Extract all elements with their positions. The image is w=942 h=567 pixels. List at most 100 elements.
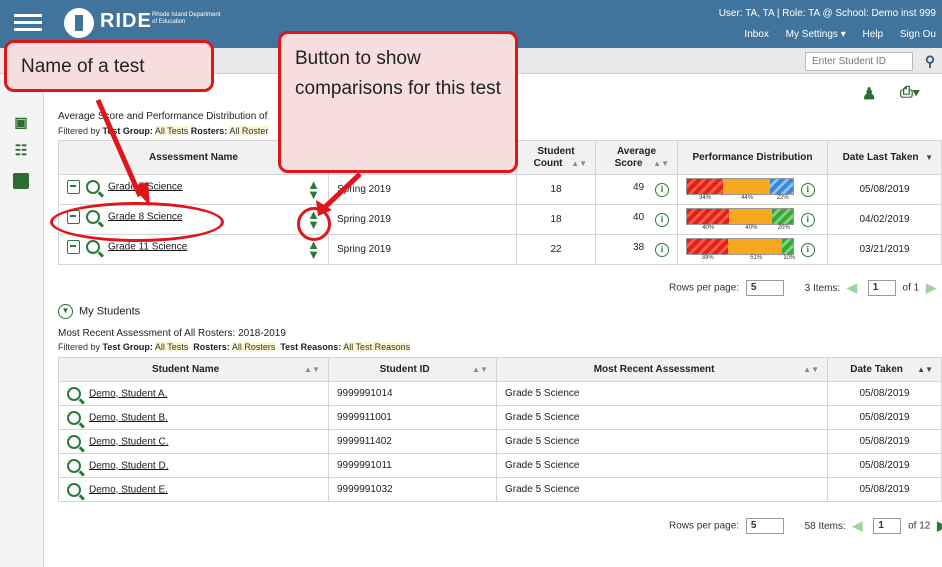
col-most-recent-assessment[interactable]: Most Recent Assessment ▲▼ [496,357,828,382]
col-student-count[interactable]: Student Count ▲▼ [516,140,596,175]
collapse-chevron-icon[interactable]: ▼ [58,304,73,319]
item-count: 3 Items: [804,282,841,294]
filter-reasons-label: Test Reasons: [280,342,342,352]
most-recent-assessment-cell: Grade 5 Science [496,477,828,502]
dist-segment [729,208,772,224]
student-row: Demo, Student D. 9999991011 Grade 5 Scie… [58,453,942,478]
info-icon[interactable]: i [800,242,815,257]
students-icon[interactable]: ♟ [862,84,876,106]
hierarchy-icon[interactable]: ☷ [13,142,29,158]
magnifier-icon[interactable] [67,482,81,497]
next-page-icon[interactable]: ▶ [926,280,936,295]
user-info: User: TA, TA | Role: TA @ School: Demo i… [718,8,936,19]
prev-page-icon[interactable]: ◀ [847,280,857,295]
info-icon[interactable]: i [655,243,669,257]
most-recent-assessment-cell: Grade 5 Science [496,405,828,430]
info-icon[interactable]: i [800,182,815,197]
report-icon[interactable] [67,179,80,194]
magnifier-icon[interactable] [86,179,100,194]
compare-icon[interactable]: ▲ ▼ [307,238,320,261]
dist-label: 34% [698,194,711,201]
dist-segment [687,178,724,194]
bus-icon[interactable]: ▣ [13,114,29,130]
average-score-value: 38 [632,242,645,253]
dist-segment [769,178,793,194]
magnifier-icon[interactable] [67,386,81,401]
header-links: Inbox My Settings ▾ Help Sign Ou [730,29,936,40]
magnifier-icon[interactable] [67,458,81,473]
rows-per-page-select[interactable]: 5 [745,280,784,296]
print-icon[interactable]: ⎙▾ [900,84,920,106]
filter-prefix: Filtered by [58,126,101,136]
student-count-cell: 18 [516,174,596,205]
student-name-link[interactable]: Demo, Student E. [89,484,168,495]
performance-bar: 40% 40% 20% [686,207,794,232]
dist-segment [782,238,793,254]
info-icon[interactable]: i [655,213,669,227]
assessments-title: Average Score and Performance Distributi… [58,111,268,122]
dist-segment [687,208,730,224]
col-date-taken[interactable]: Date Taken ▲▼ [827,357,942,382]
report-icon[interactable] [67,239,80,254]
col-date-last-taken[interactable]: Date Last Taken ▼ [827,140,942,175]
dist-label: 44% [741,194,754,201]
menu-icon[interactable] [14,14,42,36]
average-score-cell: 49 i [595,174,678,205]
filter-group-label: Test Group: [102,342,153,352]
students-subtitle: Most Recent Assessment of All Rosters: 2… [58,328,286,339]
student-row: Demo, Student A. 9999991014 Grade 5 Scie… [58,381,942,406]
assessment-name-link[interactable]: Grade 11 Science [108,241,187,252]
performance-distribution-cell: 39% 51% 10% i [677,234,828,265]
period-cell: Spring 2019 [328,234,517,265]
student-id-input[interactable] [805,52,913,71]
performance-distribution-cell: 40% 40% 20% i [677,204,828,235]
performance-bar: 39% 51% 10% [686,237,795,262]
assessment-name-link[interactable]: Grade 5 Science [108,181,183,192]
rows-per-page-select[interactable]: 5 [745,518,784,534]
dist-segment [771,208,793,224]
item-count: 58 Items: [804,520,846,532]
student-row: Demo, Student B. 9999911001 Grade 5 Scie… [58,405,942,430]
average-score-value: 40 [632,212,645,223]
page-number-input[interactable]: 1 [867,280,896,296]
magnifier-icon[interactable] [86,239,100,254]
info-icon[interactable]: i [655,183,669,197]
assessment-row: Grade 11 Science ▲ ▼ Spring 2019 22 38 i 39… [58,234,942,265]
dist-label: 39% [701,254,714,261]
ride-logo-icon [64,8,94,38]
col-student-name[interactable]: Student Name ▲▼ [58,357,329,382]
student-id-cell: 9999991014 [328,381,497,406]
student-name-link[interactable]: Demo, Student A. [89,388,167,399]
student-id-cell: 9999911001 [328,405,497,430]
left-rail: ▣ ☷ [0,74,44,567]
col-student-id[interactable]: Student ID ▲▼ [328,357,497,382]
filter-rosters-value: All Roster [229,126,269,136]
filter-rosters-value: All Rosters [231,342,276,352]
period-cell: Spring 2019 [328,204,517,235]
magnifier-icon[interactable] [67,434,81,449]
next-page-icon[interactable]: ▶ [937,518,942,533]
date-taken-cell: 05/08/2019 [827,477,942,502]
page-number-input[interactable]: 1 [873,518,902,534]
compare-icon[interactable]: ▲ ▼ [307,178,320,201]
magnifier-icon[interactable] [67,410,81,425]
sign-out-link[interactable]: Sign Ou [900,29,936,40]
student-name-link[interactable]: Demo, Student D. [89,460,168,471]
search-icon[interactable]: ⚲ [920,51,940,71]
student-name-cell: Demo, Student C. [58,429,329,454]
prev-page-icon[interactable]: ◀ [853,518,863,533]
info-icon[interactable]: i [800,212,815,227]
inbox-link[interactable]: Inbox [744,29,768,40]
dist-segment [687,238,729,254]
most-recent-assessment-cell: Grade 5 Science [496,381,828,406]
period-cell: Spring 2019 [328,174,517,205]
note-icon[interactable] [13,173,29,189]
student-name-link[interactable]: Demo, Student C. [89,436,168,447]
col-average-score[interactable]: Average Score ▲▼ [595,140,678,175]
my-students-heading[interactable]: ▼ My Students [58,304,140,319]
help-link[interactable]: Help [863,29,884,40]
performance-bar: 34% 44% 22% [686,177,794,202]
student-name-link[interactable]: Demo, Student B. [89,412,168,423]
student-row: Demo, Student E. 9999991032 Grade 5 Scie… [58,477,942,502]
my-settings-link[interactable]: My Settings ▾ [786,29,846,40]
